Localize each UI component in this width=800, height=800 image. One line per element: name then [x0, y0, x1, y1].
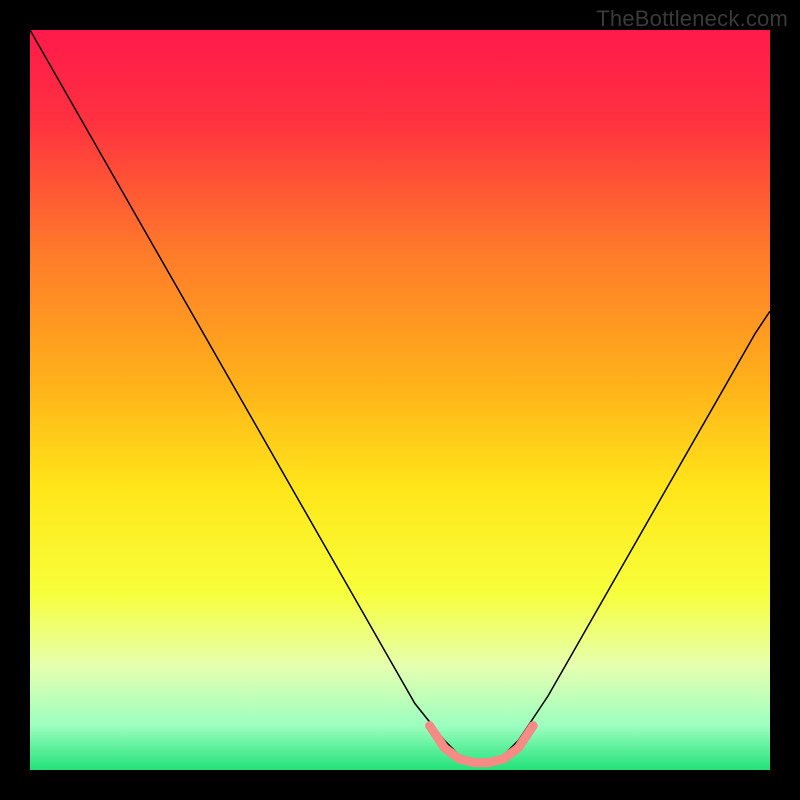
gradient-background [30, 30, 770, 770]
chart-svg [30, 30, 770, 770]
chart-frame: TheBottleneck.com [0, 0, 800, 800]
watermark-text: TheBottleneck.com [596, 6, 788, 32]
plot-area [30, 30, 770, 770]
